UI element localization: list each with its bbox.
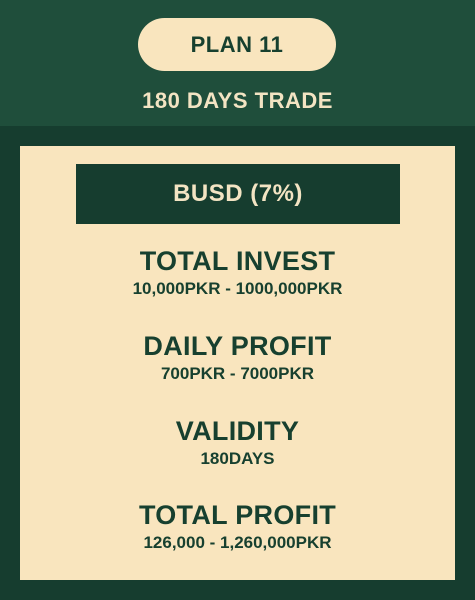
- stat-label: TOTAL INVEST: [139, 246, 336, 276]
- stat-value: 126,000 - 1,260,000PKR: [143, 533, 332, 552]
- stat-value: 700PKR - 7000PKR: [160, 364, 315, 383]
- stat-label: DAILY PROFIT: [143, 331, 332, 361]
- stat-value: 10,000PKR - 1000,000PKR: [132, 279, 343, 298]
- stat-value: 180DAYS: [200, 449, 275, 468]
- plan-badge: PLAN 11: [138, 18, 336, 71]
- total-invest-stat: TOTAL INVEST 10,000PKR - 1000,000PKR: [20, 246, 455, 300]
- plan-card: BUSD (7%) TOTAL INVEST 10,000PKR - 1000,…: [20, 146, 455, 580]
- header-band: PLAN 11 180 DAYS TRADE: [0, 0, 475, 126]
- validity-stat: VALIDITY 180DAYS: [20, 416, 455, 470]
- stat-label: TOTAL PROFIT: [138, 500, 337, 530]
- coin-label: BUSD (7%): [173, 180, 303, 207]
- trade-duration: 180 DAYS TRADE: [142, 88, 333, 113]
- stat-label: VALIDITY: [175, 416, 300, 446]
- plan-label: PLAN 11: [190, 31, 284, 57]
- total-profit-stat: TOTAL PROFIT 126,000 - 1,260,000PKR: [20, 500, 455, 554]
- coin-bar: BUSD (7%): [76, 164, 400, 224]
- daily-profit-stat: DAILY PROFIT 700PKR - 7000PKR: [20, 331, 455, 385]
